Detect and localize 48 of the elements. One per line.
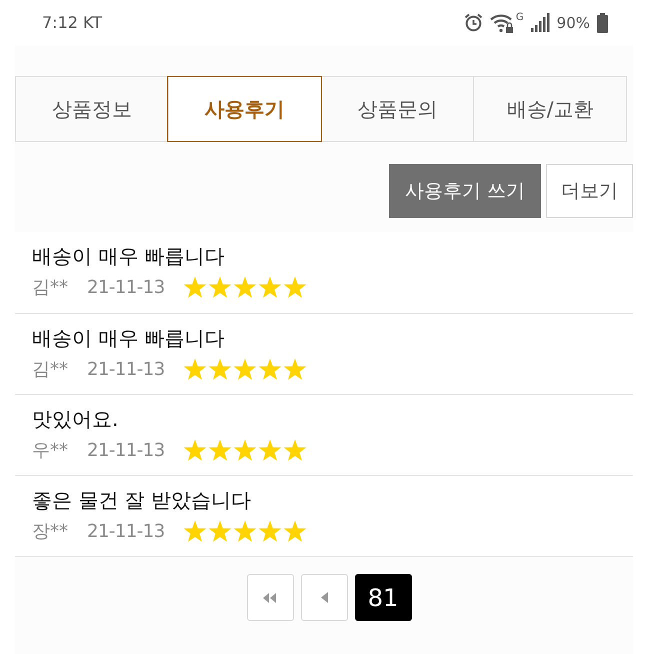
status-time: 7:12: [42, 13, 78, 32]
review-title[interactable]: 좋은 물건 잘 받았습니다: [32, 486, 252, 514]
star-icon: [232, 276, 257, 298]
star-icon: [258, 438, 282, 462]
star-icon: [232, 358, 257, 380]
star-icon: [208, 438, 232, 462]
star-icon: [258, 358, 282, 380]
alarm-icon: [464, 13, 483, 32]
star-icon: [258, 520, 282, 542]
network-type-label: G: [516, 12, 524, 22]
review-title[interactable]: 배송이 매우 빠릅니다: [32, 324, 225, 352]
star-icon: [282, 358, 307, 380]
signal-icon: [530, 13, 550, 32]
star-icon: [208, 276, 232, 298]
review-date: 21-11-13: [87, 520, 165, 542]
page-button[interactable]: 81: [354, 574, 412, 621]
review-author: 장**: [32, 520, 69, 543]
wifi-lock-icon: [490, 12, 515, 32]
review-date: 21-11-13: [87, 276, 165, 298]
star-icon: [282, 520, 307, 542]
previous-page-button[interactable]: [300, 574, 348, 621]
battery-icon: [597, 12, 608, 32]
review-author: 우**: [32, 439, 69, 462]
battery-percent: 90%: [556, 14, 590, 32]
star-icon: [258, 276, 282, 298]
star-icon: [208, 358, 232, 380]
first-page-button[interactable]: [246, 574, 294, 621]
star-icon: [232, 520, 257, 542]
tab[interactable]: 사용후기: [168, 77, 320, 141]
review-date: 21-11-13: [87, 440, 165, 460]
write-review-button[interactable]: 사용후기 쓰기: [388, 164, 541, 218]
star-icon: [182, 520, 207, 542]
review-title[interactable]: 맛있어요.: [32, 405, 118, 433]
star-icon: [208, 520, 232, 542]
review-title[interactable]: 배송이 매우 빠릅니다: [32, 242, 225, 270]
star-icon: [182, 358, 207, 380]
star-icon: [182, 276, 207, 298]
review-author: 김**: [32, 358, 69, 381]
star-icon: [282, 276, 307, 298]
review-date: 21-11-13: [87, 358, 165, 380]
star-icon: [232, 438, 257, 462]
star-icon: [282, 438, 307, 462]
star-icon: [182, 438, 207, 462]
left-triangle-icon: [320, 592, 328, 603]
more-button[interactable]: 더보기: [546, 164, 633, 218]
double-left-triangle-icon: [263, 592, 277, 602]
carrier-name: KT: [82, 13, 102, 32]
review-author: 김**: [32, 276, 69, 299]
